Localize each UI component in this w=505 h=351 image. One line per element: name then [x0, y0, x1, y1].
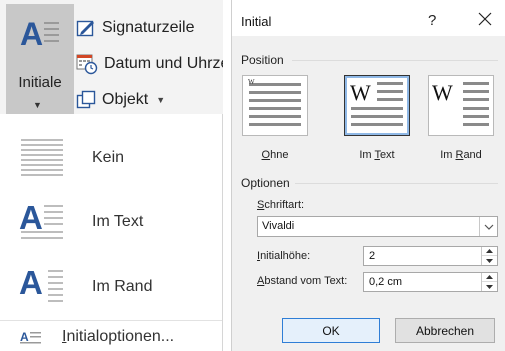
object-label: Objekt	[102, 91, 149, 108]
menu-item-label: Im Text	[92, 213, 144, 230]
distance-value: 0,2 cm	[369, 276, 403, 288]
group-divider	[292, 60, 498, 61]
label-part: Im	[440, 149, 456, 161]
spin-up-icon[interactable]	[482, 247, 497, 256]
signature-line-label: Signaturzeile	[102, 19, 195, 36]
menu-item-kein[interactable]: Kein	[0, 127, 222, 189]
svg-text:A: A	[20, 18, 43, 48]
calendar-clock-icon	[76, 54, 98, 75]
label-part: nitialhöhe:	[260, 250, 311, 262]
label-part: and	[463, 149, 482, 161]
menu-item-label: Kein	[92, 149, 125, 166]
menu-item-im-text[interactable]: A Im Text	[0, 191, 222, 253]
drop-cap-in-text-icon: A	[19, 199, 63, 239]
date-time-label: Datum und Uhrzeit	[104, 55, 223, 72]
drop-height-spinner[interactable]: 2	[363, 246, 498, 266]
chevron-down-icon[interactable]	[479, 217, 497, 236]
spin-down-icon[interactable]	[482, 282, 497, 291]
label-part: Im	[359, 149, 375, 161]
menu-item-initialoptionen[interactable]: A Initialoptionen...	[0, 322, 222, 350]
tile-letter: W	[350, 80, 371, 105]
initiale-dropdown-menu: Kein A Im Text A Im Rand A Initialoption…	[0, 114, 223, 351]
drop-cap-none-icon	[21, 139, 63, 176]
position-group-label: Position	[241, 53, 284, 67]
chevron-down-icon[interactable]: ▼	[156, 95, 165, 105]
font-select-value: Vivaldi	[262, 220, 295, 232]
menu-separator	[0, 320, 222, 321]
close-icon[interactable]	[476, 10, 494, 28]
svg-text:A: A	[20, 330, 29, 344]
object-button[interactable]: Objekt ▼	[76, 86, 165, 114]
svg-text:A: A	[19, 264, 43, 301]
menu-item-label-rest: nitialoptionen...	[66, 328, 175, 345]
dialog-title: Initial	[241, 14, 272, 29]
signature-line-icon	[76, 20, 94, 37]
position-im-text-label: Im Text	[337, 149, 417, 161]
svg-text:W: W	[248, 78, 255, 86]
ok-button[interactable]: OK	[282, 318, 380, 343]
distance-spinner[interactable]: 0,2 cm	[363, 272, 498, 292]
spin-down-icon[interactable]	[482, 256, 497, 265]
cancel-button[interactable]: Abbrechen	[395, 318, 495, 343]
spin-up-icon[interactable]	[482, 273, 497, 282]
position-in-text-icon: W	[350, 80, 403, 126]
menu-item-label: Im Rand	[92, 278, 153, 295]
position-im-rand-tile[interactable]: W	[428, 75, 494, 136]
object-icon	[76, 90, 96, 109]
date-time-button[interactable]: Datum und Uhrzeit	[76, 50, 223, 78]
svg-text:A: A	[19, 199, 43, 236]
spinner-buttons	[481, 247, 497, 265]
signature-line-button[interactable]: Signaturzeile	[76, 14, 195, 42]
options-group-label: Optionen	[241, 176, 290, 190]
group-divider	[295, 183, 498, 184]
help-button[interactable]: ?	[428, 12, 436, 29]
position-in-margin-icon: W	[432, 80, 489, 126]
drop-cap-options-icon: A	[20, 330, 41, 344]
position-im-rand-label: Im Rand	[421, 149, 501, 161]
initial-dialog: Initial ? Position W Ohne W Im Text W Im…	[231, 0, 505, 351]
drop-height-label: Initialhöhe:	[257, 250, 310, 262]
mnemonic-letter: O	[261, 149, 271, 161]
ribbon-insert-text-group: A Initiale ▼ Signaturzeile Datum und Uhr…	[0, 0, 223, 114]
position-ohne-tile[interactable]: W	[242, 75, 308, 136]
drop-cap-icon: A	[20, 18, 59, 48]
initiale-button[interactable]: A Initiale ▼	[6, 4, 74, 114]
drop-cap-in-margin-icon: A	[19, 264, 63, 302]
distance-label: Abstand vom Text:	[257, 275, 347, 287]
position-ohne-label: Ohne	[235, 149, 315, 161]
position-none-icon: W	[248, 78, 301, 126]
label-part: bstand vom Text:	[264, 275, 348, 287]
chevron-down-icon: ▼	[33, 100, 42, 110]
font-select[interactable]: Vivaldi	[257, 216, 498, 237]
label-part: chriftart:	[264, 199, 305, 211]
label-part: ext	[379, 149, 395, 161]
tile-letter: W	[432, 80, 453, 105]
initiale-label: Initiale	[18, 74, 62, 91]
dialog-titlebar[interactable]: Initial ?	[232, 0, 505, 36]
drop-height-value: 2	[369, 250, 376, 262]
menu-item-im-rand[interactable]: A Im Rand	[0, 256, 222, 318]
font-label: Schriftart:	[257, 199, 304, 211]
menu-item-label: Initialoptionen...	[62, 328, 174, 346]
spinner-buttons	[481, 273, 497, 291]
position-im-text-tile[interactable]: W	[344, 75, 410, 136]
label-part: hne	[270, 149, 289, 161]
